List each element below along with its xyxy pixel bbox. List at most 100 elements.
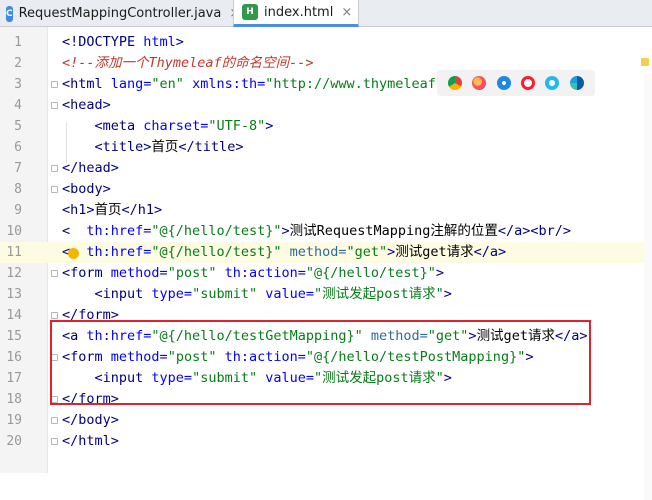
code-text: < th:href="@{/hello/test}">测试RequestMapp… bbox=[62, 221, 571, 242]
line-number: 1 bbox=[14, 35, 22, 50]
code-line[interactable]: 12 <form method="post" th:action="@{/hell… bbox=[0, 263, 652, 284]
fold-marker-icon[interactable] bbox=[51, 270, 58, 277]
code-text: <html lang="en" xmlns:th="http://www.thy… bbox=[62, 74, 444, 95]
code-line[interactable]: 13 <input type="submit" value="测试发起post请… bbox=[0, 284, 652, 305]
edge-icon[interactable] bbox=[569, 76, 584, 90]
code-token: </a> bbox=[473, 244, 507, 260]
editor-tab-bar: C RequestMappingController.java × H inde… bbox=[0, 0, 652, 27]
code-token: <h1> bbox=[62, 202, 95, 218]
line-number: 6 bbox=[14, 140, 22, 155]
fold-marker-icon[interactable] bbox=[51, 438, 58, 445]
code-token: <meta bbox=[94, 118, 144, 134]
fold-marker-icon[interactable] bbox=[51, 186, 58, 193]
fold-marker-icon[interactable] bbox=[51, 312, 58, 319]
fold-marker-icon[interactable] bbox=[51, 81, 58, 88]
code-token: </a><br/> bbox=[497, 223, 572, 239]
code-text: <!--添加一个Thymeleaf的命名空间--> bbox=[62, 53, 314, 74]
code-text: </html> bbox=[62, 431, 119, 452]
code-token: > bbox=[443, 286, 452, 302]
line-number: 12 bbox=[6, 266, 22, 281]
code-token: type= bbox=[151, 286, 193, 302]
firefox-icon[interactable] bbox=[472, 76, 487, 90]
java-class-icon: C bbox=[6, 5, 13, 22]
close-icon[interactable]: × bbox=[341, 5, 352, 20]
line-number: 5 bbox=[14, 119, 22, 134]
code-text: <h1>首页</h1> bbox=[62, 200, 162, 221]
line-number: 20 bbox=[6, 434, 22, 449]
code-text: <a th:href="@{/hello/test}" method="get"… bbox=[62, 242, 506, 263]
line-number: 19 bbox=[6, 413, 22, 428]
line-number: 3 bbox=[14, 77, 22, 92]
code-token: <title> bbox=[94, 139, 152, 155]
line-number: 2 bbox=[14, 56, 22, 71]
code-token: "UTF-8" bbox=[208, 118, 266, 134]
ie-icon[interactable] bbox=[545, 76, 560, 90]
code-line[interactable]: 10 < th:href="@{/hello/test}">测试RequestMa… bbox=[0, 221, 652, 242]
code-text: <input type="submit" value="测试发起post请求"> bbox=[62, 284, 452, 305]
code-token: "测试发起post请求" bbox=[314, 286, 444, 302]
code-token: "post" bbox=[167, 265, 225, 281]
opera-icon[interactable] bbox=[521, 76, 536, 90]
code-token: 测试get请求 bbox=[395, 244, 474, 260]
code-line[interactable]: 6 <title>首页</title> bbox=[0, 137, 652, 158]
browser-preview-popup bbox=[437, 70, 595, 96]
code-token: th:href= bbox=[86, 223, 152, 239]
tab-index-html[interactable]: H index.html × bbox=[233, 0, 359, 27]
code-token: xmlns:th= bbox=[192, 76, 266, 92]
code-token: <head> bbox=[62, 97, 111, 113]
code-token: <!--添加一个Thymeleaf的命名空间--> bbox=[62, 55, 314, 71]
code-token: html bbox=[143, 34, 176, 50]
code-token: <form bbox=[62, 265, 111, 281]
code-token: <html bbox=[62, 76, 111, 92]
code-token: "@{/hello/test}" bbox=[151, 244, 290, 260]
line-number: 7 bbox=[14, 161, 22, 176]
code-line[interactable]: 11 <a th:href="@{/hello/test}" method="ge… bbox=[0, 242, 652, 263]
line-number: 9 bbox=[14, 203, 22, 218]
fold-marker-icon[interactable] bbox=[51, 417, 58, 424]
code-token: "@{/hello/test}" bbox=[305, 265, 436, 281]
line-number: 18 bbox=[6, 392, 22, 407]
line-number: 14 bbox=[6, 308, 22, 323]
code-token: <!DOCTYPE bbox=[62, 34, 144, 50]
code-token: method= bbox=[110, 265, 168, 281]
code-line[interactable]: 4 <head> bbox=[0, 95, 652, 116]
code-token: th:href= bbox=[86, 244, 152, 260]
line-number: 15 bbox=[6, 329, 22, 344]
code-token: < bbox=[62, 223, 87, 239]
code-line[interactable]: 8 <body> bbox=[0, 179, 652, 200]
html-file-icon: H bbox=[242, 4, 258, 20]
tab-label: index.html bbox=[264, 4, 334, 20]
line-number: 16 bbox=[6, 350, 22, 365]
code-token: </h1> bbox=[121, 202, 163, 218]
code-line[interactable]: 1 <!DOCTYPE html> bbox=[0, 32, 652, 53]
code-token: "@{/hello/test}" bbox=[151, 223, 282, 239]
fold-marker-icon[interactable] bbox=[51, 102, 58, 109]
code-token: </body> bbox=[62, 412, 119, 428]
code-token: > bbox=[281, 223, 290, 239]
tab-request-mapping-controller[interactable]: C RequestMappingController.java × bbox=[0, 0, 240, 27]
code-token: <input bbox=[94, 286, 152, 302]
code-line[interactable]: 9 <h1>首页</h1> bbox=[0, 200, 652, 221]
highlight-box bbox=[50, 320, 591, 405]
code-line[interactable]: 5 <meta charset="UTF-8"> bbox=[0, 116, 652, 137]
line-number: 8 bbox=[14, 182, 22, 197]
code-token: > bbox=[175, 34, 184, 50]
code-text: <meta charset="UTF-8"> bbox=[62, 116, 274, 137]
code-line[interactable]: 7 </head> bbox=[0, 158, 652, 179]
code-token: method= bbox=[289, 244, 347, 260]
code-token: > bbox=[265, 118, 274, 134]
code-text: <form method="post" th:action="@{/hello/… bbox=[62, 263, 444, 284]
code-token: <body> bbox=[62, 181, 111, 197]
code-line[interactable]: 19 </body> bbox=[0, 410, 652, 431]
line-number: 17 bbox=[6, 371, 22, 386]
indent-guide bbox=[66, 122, 67, 164]
inspection-status-icon[interactable] bbox=[641, 58, 649, 66]
fold-marker-icon[interactable] bbox=[51, 165, 58, 172]
safari-icon[interactable] bbox=[496, 76, 511, 90]
lightbulb-icon[interactable] bbox=[68, 248, 79, 259]
code-line[interactable]: 20 </html> bbox=[0, 431, 652, 452]
chrome-icon[interactable] bbox=[448, 76, 463, 90]
code-token: th:action= bbox=[224, 265, 306, 281]
code-token: "http://www.thymeleaf. bbox=[265, 76, 445, 92]
tab-label: RequestMappingController.java bbox=[18, 6, 222, 21]
